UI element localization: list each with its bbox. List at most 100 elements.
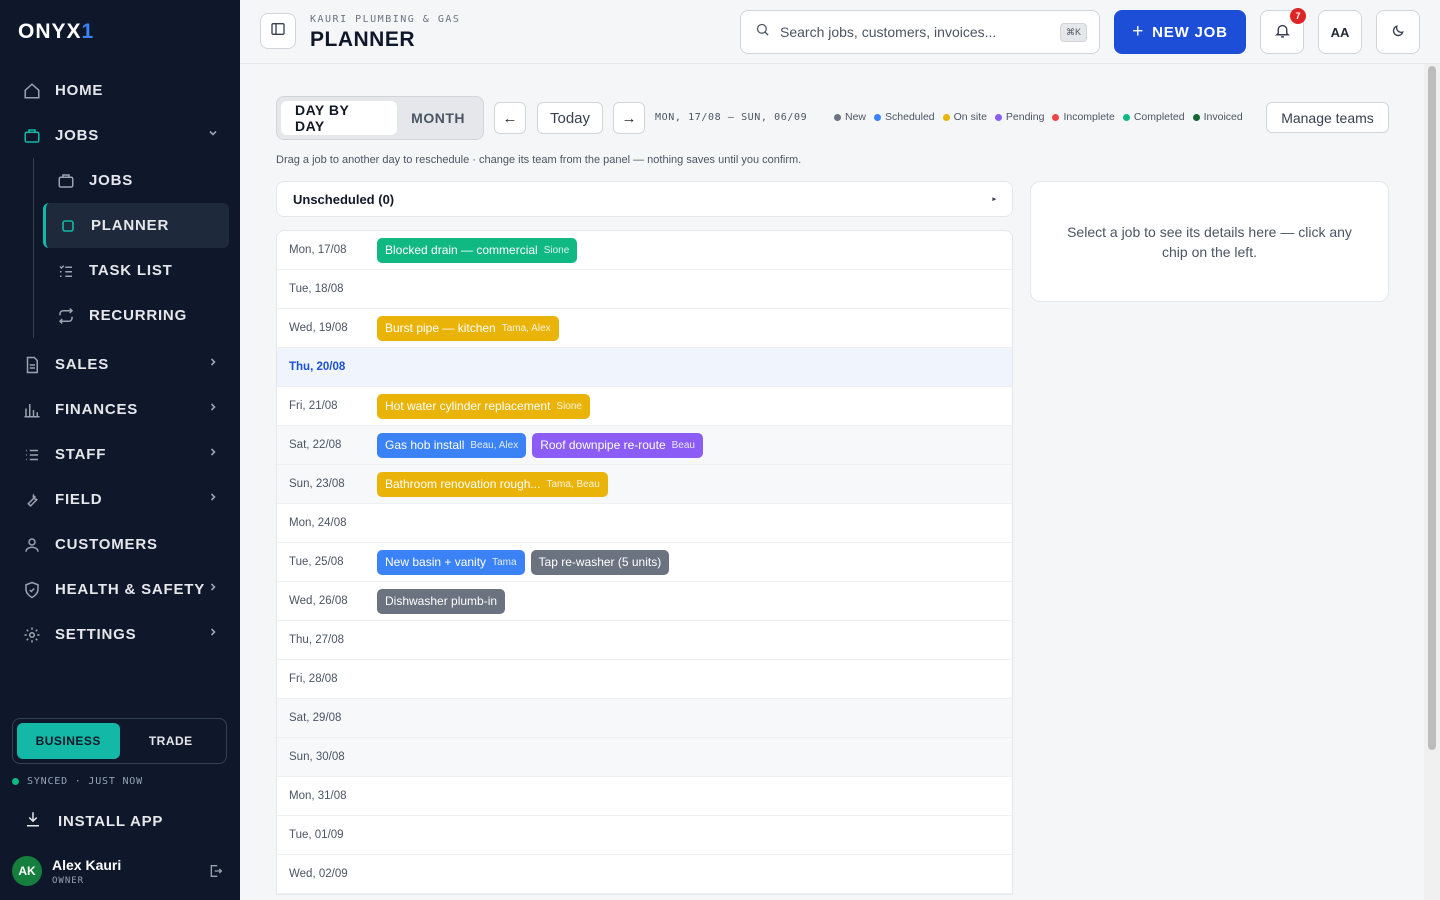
job-chip[interactable]: Roof downpipe re-route Beau	[532, 432, 703, 458]
view-month-tab[interactable]: MONTH	[397, 101, 479, 135]
download-icon	[24, 810, 42, 832]
job-chip-title: Hot water cylinder replacement	[385, 399, 551, 413]
day-row[interactable]: Tue, 01/09	[277, 816, 1012, 855]
app-logo[interactable]: ONYX1	[18, 20, 94, 44]
job-chip[interactable]: New basin + vanity Tama	[377, 549, 525, 575]
sidebar-item-label: SETTINGS	[55, 626, 137, 643]
gear-icon	[22, 625, 42, 645]
day-row[interactable]: Mon, 17/08 Blocked drain — commercial Sion…	[277, 231, 1012, 270]
font-size-button[interactable]: AA	[1318, 10, 1362, 54]
manage-teams-button[interactable]: Manage teams	[1266, 102, 1389, 133]
day-row[interactable]: Wed, 26/08 Dishwasher plumb-in	[277, 582, 1012, 621]
top-bar: KAURI PLUMBING & GAS PLANNER ⌘K + NEW JOB…	[240, 0, 1440, 64]
sync-dot-icon	[12, 778, 19, 785]
job-chip[interactable]: Hot water cylinder replacement Sione	[377, 393, 590, 419]
day-row[interactable]: Tue, 25/08 New basin + vanity Tama Tap re-w…	[277, 543, 1012, 582]
day-row[interactable]: Thu, 27/08	[277, 621, 1012, 660]
day-label: Fri, 21/08	[289, 400, 338, 412]
repeat-icon	[56, 306, 76, 326]
chevron-right-icon	[208, 446, 218, 460]
sidebar-subitem-jobs[interactable]: JOBS	[44, 158, 240, 203]
day-label: Wed, 26/08	[289, 595, 348, 607]
legend-item: Pending	[994, 111, 1044, 123]
view-day-by-day-tab[interactable]: DAY BY DAY	[281, 101, 398, 135]
mode-trade-button[interactable]: TRADE	[120, 723, 223, 759]
day-label: Sun, 30/08	[289, 751, 345, 763]
shield-icon	[22, 580, 42, 600]
sidebar-item-jobs[interactable]: JOBS	[0, 113, 240, 158]
day-row[interactable]: Sat, 22/08 Gas hob install Beau, Alex Roof …	[277, 426, 1012, 465]
logout-icon[interactable]	[208, 863, 224, 884]
day-row[interactable]: Wed, 19/08 Burst pipe — kitchen Tama, Alex	[277, 309, 1012, 348]
sidebar-item-staff[interactable]: STAFF	[0, 432, 240, 477]
notifications-button[interactable]: 7	[1260, 8, 1306, 54]
search-input[interactable]	[780, 24, 1050, 40]
sidebar-toggle-button[interactable]	[260, 13, 296, 49]
page-scrollbar[interactable]	[1424, 64, 1440, 900]
sidebar-subitem-task-list[interactable]: TASK LIST	[44, 248, 240, 293]
dark-mode-button[interactable]	[1376, 10, 1420, 54]
job-chip-assignees: Tama, Alex	[501, 322, 551, 334]
legend-item: On site	[942, 111, 987, 123]
notification-count-badge: 7	[1290, 8, 1306, 24]
new-job-label: NEW JOB	[1152, 23, 1228, 41]
sidebar-item-home[interactable]: HOME	[0, 68, 240, 113]
sidebar-item-sales[interactable]: SALES	[0, 342, 240, 387]
chevron-right-icon	[208, 401, 218, 415]
day-row[interactable]: Sun, 23/08 Bathroom renovation rough... Ta…	[277, 465, 1012, 504]
legend-dot	[1122, 113, 1130, 121]
job-chip[interactable]: Bathroom renovation rough... Tama, Beau	[377, 471, 608, 497]
scrollbar-thumb[interactable]	[1428, 66, 1436, 750]
day-row[interactable]: Sun, 30/08	[277, 738, 1012, 777]
sidebar-item-customers[interactable]: CUSTOMERS	[0, 522, 240, 567]
legend-item: Incomplete	[1052, 111, 1115, 123]
job-chip[interactable]: Tap re-washer (5 units)	[530, 549, 670, 575]
mode-switch: BUSINESS TRADE	[12, 718, 227, 764]
day-row[interactable]: Mon, 31/08	[277, 777, 1012, 816]
document-icon	[22, 355, 42, 375]
job-chip[interactable]: Gas hob install Beau, Alex	[377, 432, 527, 458]
day-row[interactable]: Wed, 02/09	[277, 855, 1012, 894]
briefcase-icon	[56, 171, 76, 191]
day-row[interactable]: Fri, 21/08 Hot water cylinder replacement…	[277, 387, 1012, 426]
job-chip-title: Bathroom renovation rough...	[385, 477, 541, 491]
day-row[interactable]: Mon, 24/08	[277, 504, 1012, 543]
user-name: Alex Kauri	[52, 856, 122, 873]
mode-business-button[interactable]: BUSINESS	[17, 723, 120, 759]
today-button[interactable]: Today	[537, 102, 603, 134]
job-chip[interactable]: Dishwasher plumb-in	[377, 588, 506, 614]
sidebar-subitem-planner[interactable]: PLANNER	[43, 203, 229, 248]
day-label: Sat, 22/08	[289, 439, 342, 451]
avatar[interactable]: AK	[12, 856, 42, 886]
day-row[interactable]: Sat, 29/08	[277, 699, 1012, 738]
sidebar-item-settings[interactable]: SETTINGS	[0, 612, 240, 657]
sidebar-subitem-recurring[interactable]: RECURRING	[44, 293, 240, 338]
sidebar-item-label: STAFF	[55, 446, 107, 463]
new-job-button[interactable]: + NEW JOB	[1114, 10, 1246, 54]
sidebar-item-label: HEALTH & SAFETY	[55, 581, 206, 598]
unscheduled-toggle[interactable]: Unscheduled (0) ▸	[276, 181, 1013, 217]
install-app-button[interactable]: INSTALL APP	[24, 810, 163, 832]
job-chip[interactable]: Burst pipe — kitchen Tama, Alex	[377, 315, 559, 341]
sidebar-item-health-safety[interactable]: HEALTH & SAFETY	[0, 567, 240, 612]
search-icon	[755, 22, 770, 42]
day-row[interactable]: Thu, 20/08	[277, 348, 1012, 387]
job-chip-title: Blocked drain — commercial	[385, 243, 538, 257]
chevron-right-icon	[208, 356, 218, 370]
view-switch: DAY BY DAY MONTH	[276, 96, 484, 140]
job-chip-title: Roof downpipe re-route	[540, 438, 666, 452]
chevron-right-icon	[208, 626, 218, 640]
next-range-button[interactable]: →	[613, 102, 645, 134]
sidebar-item-finances[interactable]: FINANCES	[0, 387, 240, 432]
sidebar-item-field[interactable]: FIELD	[0, 477, 240, 522]
job-chip-assignees: Tama	[492, 556, 517, 568]
prev-range-button[interactable]: ←	[494, 102, 526, 134]
day-label: Mon, 31/08	[289, 790, 347, 802]
day-label: Mon, 17/08	[289, 244, 347, 256]
moon-icon	[1391, 24, 1405, 41]
day-row[interactable]: Tue, 18/08	[277, 270, 1012, 309]
job-chip[interactable]: Blocked drain — commercial Sione	[377, 237, 578, 263]
legend-item: Invoiced	[1192, 111, 1243, 123]
day-row[interactable]: Fri, 28/08	[277, 660, 1012, 699]
job-chip-assignees: Sione	[556, 400, 582, 412]
